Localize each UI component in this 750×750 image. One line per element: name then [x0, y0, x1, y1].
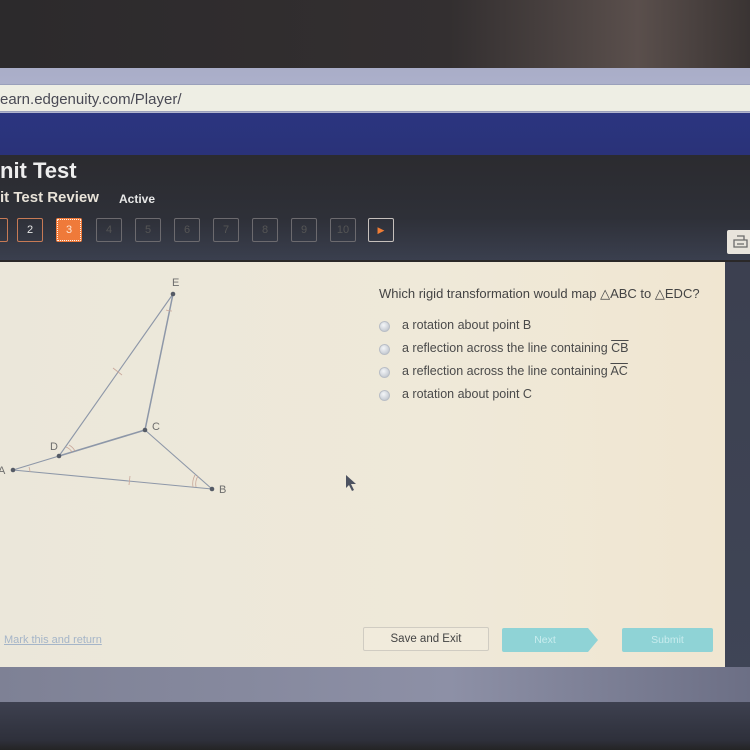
url-text: earn.edgenuity.com/Player/ — [0, 91, 182, 108]
question-button-5: 5 — [135, 218, 161, 242]
segment-CB-label: CB — [611, 341, 629, 355]
mark-and-return-link[interactable]: Mark this and return — [4, 634, 102, 646]
radio-button[interactable] — [379, 367, 390, 378]
site-nav-strip — [0, 113, 750, 157]
taskbar-area — [0, 667, 750, 702]
radio-button[interactable] — [379, 321, 390, 332]
mouse-cursor-icon — [346, 475, 356, 491]
segment-AD — [12, 455, 60, 471]
label-E: E — [172, 277, 179, 289]
segment-DC — [58, 429, 146, 457]
triangle-figure: A B C D E — [0, 277, 226, 496]
congruence-marks — [28, 309, 199, 488]
printer-icon — [733, 235, 748, 248]
status-label: Active — [119, 192, 156, 206]
play-arrow-icon: ▶ — [377, 225, 385, 235]
print-button[interactable] — [727, 230, 750, 254]
page-title: nit Test — [0, 158, 77, 183]
point-A — [10, 467, 16, 473]
label-D: D — [50, 441, 58, 453]
content-right-edge — [725, 262, 750, 682]
activity-subtitle: it Test Review — [0, 189, 99, 206]
save-and-exit-button[interactable]: Save and Exit — [363, 627, 489, 651]
point-E — [170, 291, 176, 297]
radio-button[interactable] — [379, 390, 390, 401]
question-button-2[interactable]: 2 — [17, 218, 43, 242]
label-A: A — [0, 465, 6, 477]
point-B — [209, 486, 215, 492]
next-button[interactable]: Next — [502, 628, 599, 652]
segment-CB — [144, 429, 213, 490]
radio-button[interactable] — [379, 344, 390, 355]
question-button-8: 8 — [252, 218, 278, 242]
segment-AC-label: AC — [610, 364, 628, 378]
next-button-label: Next — [534, 634, 556, 646]
question-button-10: 10 — [330, 218, 356, 242]
segment-AB — [12, 469, 213, 490]
submit-button[interactable]: Submit — [622, 628, 713, 652]
question-button-6: 6 — [174, 218, 200, 242]
option-label: a reflection across the line containing … — [402, 364, 628, 378]
question-button-4: 4 — [96, 218, 122, 242]
option-label: a rotation about point C — [402, 387, 532, 401]
question-button-1[interactable] — [0, 218, 8, 242]
point-D — [56, 453, 62, 459]
label-B: B — [219, 484, 226, 496]
address-bar[interactable]: earn.edgenuity.com/Player/ — [0, 84, 750, 112]
point-C — [142, 427, 148, 433]
option-label: a reflection across the line containing … — [402, 341, 629, 355]
next-question-arrow-button[interactable]: ▶ — [368, 218, 394, 242]
option-label: a rotation about point B — [402, 318, 532, 332]
monitor-bezel-top — [0, 0, 750, 72]
question-button-3[interactable]: 3 — [56, 218, 82, 242]
question-button-9: 9 — [291, 218, 317, 242]
monitor-bezel-bottom — [0, 702, 750, 750]
question-text: Which rigid transformation would map △AB… — [379, 286, 700, 301]
activity-header: nit Test it Test Review Active 2 3 4 5 6… — [0, 155, 750, 260]
question-button-7: 7 — [213, 218, 239, 242]
label-C: C — [152, 421, 160, 433]
